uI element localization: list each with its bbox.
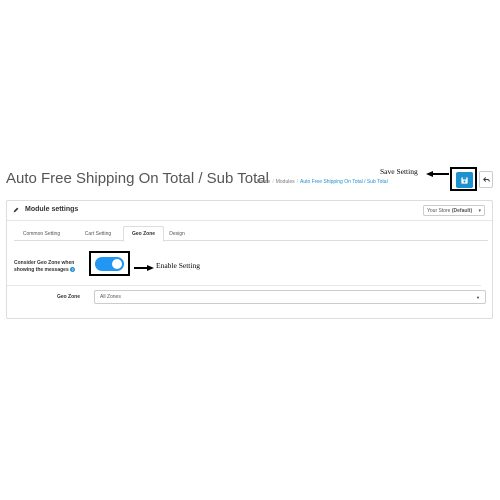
pencil-icon: [13, 207, 19, 212]
geo-zone-toggle-label: Consider Geo Zone when showing the messa…: [14, 260, 76, 273]
breadcrumb: Home / Modules / Auto Free Shipping On Total…: [257, 179, 388, 185]
enable-arrow: [134, 267, 147, 269]
tab-design[interactable]: Design: [164, 226, 190, 241]
geo-zone-select[interactable]: All Zones ▼: [94, 290, 486, 304]
toggle-knob: [112, 259, 122, 269]
tab-common-setting[interactable]: Common Setting: [14, 226, 69, 241]
save-button[interactable]: [456, 172, 473, 188]
chevron-down-icon: ▼: [476, 294, 480, 300]
tab-geo-zone[interactable]: Geo Zone: [123, 226, 164, 242]
chevron-down-icon: ▾: [478, 207, 481, 214]
geo-zone-toggle[interactable]: [95, 257, 124, 271]
enable-setting-annotation: Enable Setting: [156, 261, 200, 270]
panel-title: Module settings: [13, 206, 78, 213]
reply-icon: [482, 177, 490, 182]
floppy-disk-icon: [461, 176, 468, 184]
save-arrow: [432, 173, 449, 175]
panel-heading: Module settings Your Store (Default) ▾: [7, 201, 492, 221]
back-button[interactable]: [479, 171, 493, 188]
geo-zone-select-label: Geo Zone: [56, 294, 80, 300]
help-icon[interactable]: ?: [70, 267, 76, 273]
breadcrumb-current[interactable]: Auto Free Shipping On Total / Sub Total: [300, 179, 388, 185]
page-title: Auto Free Shipping On Total / Sub Total: [6, 170, 269, 187]
breadcrumb-modules[interactable]: Modules: [276, 179, 295, 185]
enable-arrow-head: [147, 264, 154, 271]
settings-tabs: Common Setting Cart Setting Geo Zone Des…: [14, 226, 488, 242]
tab-cart-setting[interactable]: Cart Setting: [71, 226, 125, 241]
save-setting-annotation: Save Setting: [380, 167, 418, 176]
row-divider: [7, 285, 481, 286]
save-arrow-head: [426, 170, 433, 177]
breadcrumb-home[interactable]: Home: [257, 179, 270, 185]
store-select[interactable]: Your Store (Default) ▾: [423, 205, 485, 216]
